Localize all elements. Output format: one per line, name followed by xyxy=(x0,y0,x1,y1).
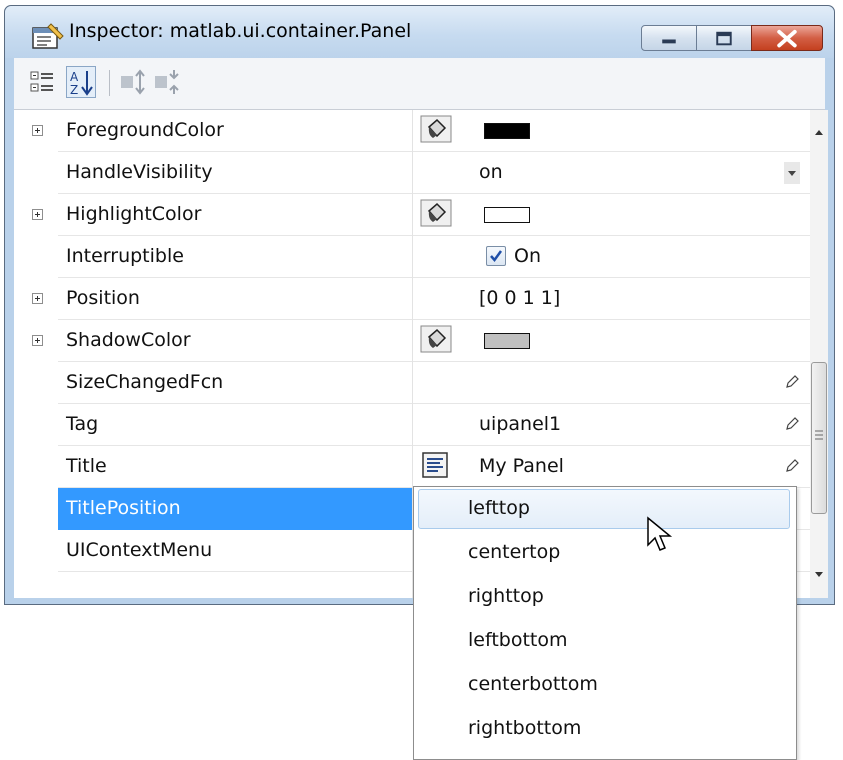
svg-text:Z: Z xyxy=(70,83,78,97)
maximize-icon xyxy=(716,31,732,46)
property-row-highlightcolor[interactable]: HighlightColor xyxy=(14,194,810,236)
pencil-icon[interactable] xyxy=(784,374,800,390)
expand-icon[interactable] xyxy=(32,209,43,220)
categorized-view-icon xyxy=(30,71,53,92)
property-name: UIContextMenu xyxy=(66,539,213,561)
option-label: centerbottom xyxy=(468,673,598,695)
option-label: righttop xyxy=(468,585,544,607)
checkmark-icon xyxy=(490,250,503,263)
minimize-button[interactable] xyxy=(641,25,697,51)
property-name: ShadowColor xyxy=(66,329,191,351)
collapse-all-button[interactable] xyxy=(152,66,182,98)
property-value[interactable]: uipanel1 xyxy=(479,413,561,435)
scrollbar-thumb[interactable] xyxy=(811,362,827,514)
property-row-title[interactable]: Title My Panel xyxy=(14,446,810,488)
property-name: TitlePosition xyxy=(66,497,181,519)
expand-icon[interactable] xyxy=(32,125,43,136)
inspector-app-icon xyxy=(32,23,64,49)
svg-text:A: A xyxy=(70,70,79,84)
dropdown-option-rightbottom[interactable]: rightbottom xyxy=(414,707,796,750)
collapse-all-icon xyxy=(155,70,179,94)
property-row-sizechangedfcn[interactable]: SizeChangedFcn xyxy=(14,362,810,404)
property-row-foregroundcolor[interactable]: ForegroundColor xyxy=(14,110,810,152)
property-name: ForegroundColor xyxy=(66,119,224,141)
property-name: Position xyxy=(66,287,140,309)
dropdown-arrow-button[interactable] xyxy=(784,162,800,184)
option-label: leftbottom xyxy=(468,629,568,651)
property-value[interactable]: My Panel xyxy=(479,455,564,477)
property-name: Title xyxy=(66,455,107,477)
window-title: Inspector: matlab.ui.container.Panel xyxy=(69,20,412,42)
dropdown-option-righttop[interactable]: righttop xyxy=(414,575,796,618)
sort-alphabetical-icon: A Z xyxy=(70,70,93,97)
property-row-interruptible[interactable]: Interruptible On xyxy=(14,236,810,278)
close-button[interactable] xyxy=(751,25,823,51)
property-row-handlevisibility[interactable]: HandleVisibility on xyxy=(14,152,810,194)
expand-all-button[interactable] xyxy=(118,66,148,98)
titleposition-dropdown-list[interactable]: lefttop centertop righttop leftbottom ce… xyxy=(413,486,797,760)
expand-icon[interactable] xyxy=(32,335,43,346)
color-swatch xyxy=(484,207,530,223)
mouse-pointer-icon xyxy=(647,516,673,551)
checkbox-label: On xyxy=(514,245,541,267)
dropdown-option-leftbottom[interactable]: leftbottom xyxy=(414,619,796,662)
option-label: lefttop xyxy=(468,497,530,519)
color-picker-icon[interactable] xyxy=(420,115,452,143)
categorized-view-button[interactable] xyxy=(27,66,57,98)
property-name: SizeChangedFcn xyxy=(66,371,224,393)
property-value[interactable]: [0 0 1 1] xyxy=(479,287,560,309)
maximize-button[interactable] xyxy=(696,25,752,51)
interruptible-checkbox[interactable] xyxy=(486,246,506,266)
option-label: rightbottom xyxy=(468,717,582,739)
expand-all-icon xyxy=(121,69,145,95)
pencil-icon[interactable] xyxy=(784,458,800,474)
inspector-toolbar: A Z xyxy=(14,58,825,110)
close-icon xyxy=(777,29,797,48)
property-name: HighlightColor xyxy=(66,203,202,225)
dropdown-option-centertop[interactable]: centertop xyxy=(414,531,796,574)
property-row-shadowcolor[interactable]: ShadowColor xyxy=(14,320,810,362)
toolbar-separator xyxy=(109,70,110,96)
text-editor-icon[interactable] xyxy=(420,451,452,479)
dropdown-option-lefttop[interactable]: lefttop xyxy=(414,487,796,530)
pencil-icon[interactable] xyxy=(784,416,800,432)
dropdown-option-centerbottom[interactable]: centerbottom xyxy=(414,663,796,706)
expand-icon[interactable] xyxy=(32,293,43,304)
property-name: Interruptible xyxy=(66,245,184,267)
color-swatch xyxy=(484,123,530,139)
color-swatch xyxy=(484,333,530,349)
property-value[interactable]: on xyxy=(479,161,503,183)
color-picker-icon[interactable] xyxy=(420,199,452,227)
minimize-icon xyxy=(662,39,676,44)
scroll-up-icon[interactable] xyxy=(810,110,828,150)
property-name: Tag xyxy=(66,413,99,435)
vertical-scrollbar[interactable] xyxy=(810,110,828,598)
sort-alphabetical-button[interactable]: A Z xyxy=(66,66,96,98)
chevron-down-icon xyxy=(788,171,796,176)
title-bar[interactable]: Inspector: matlab.ui.container.Panel xyxy=(5,6,834,58)
color-picker-icon[interactable] xyxy=(420,325,452,353)
scroll-down-icon[interactable] xyxy=(810,558,828,598)
grip-icon xyxy=(815,430,823,440)
property-name: HandleVisibility xyxy=(66,161,213,183)
property-row-tag[interactable]: Tag uipanel1 xyxy=(14,404,810,446)
option-label: centertop xyxy=(468,541,561,563)
property-row-position[interactable]: Position [0 0 1 1] xyxy=(14,278,810,320)
